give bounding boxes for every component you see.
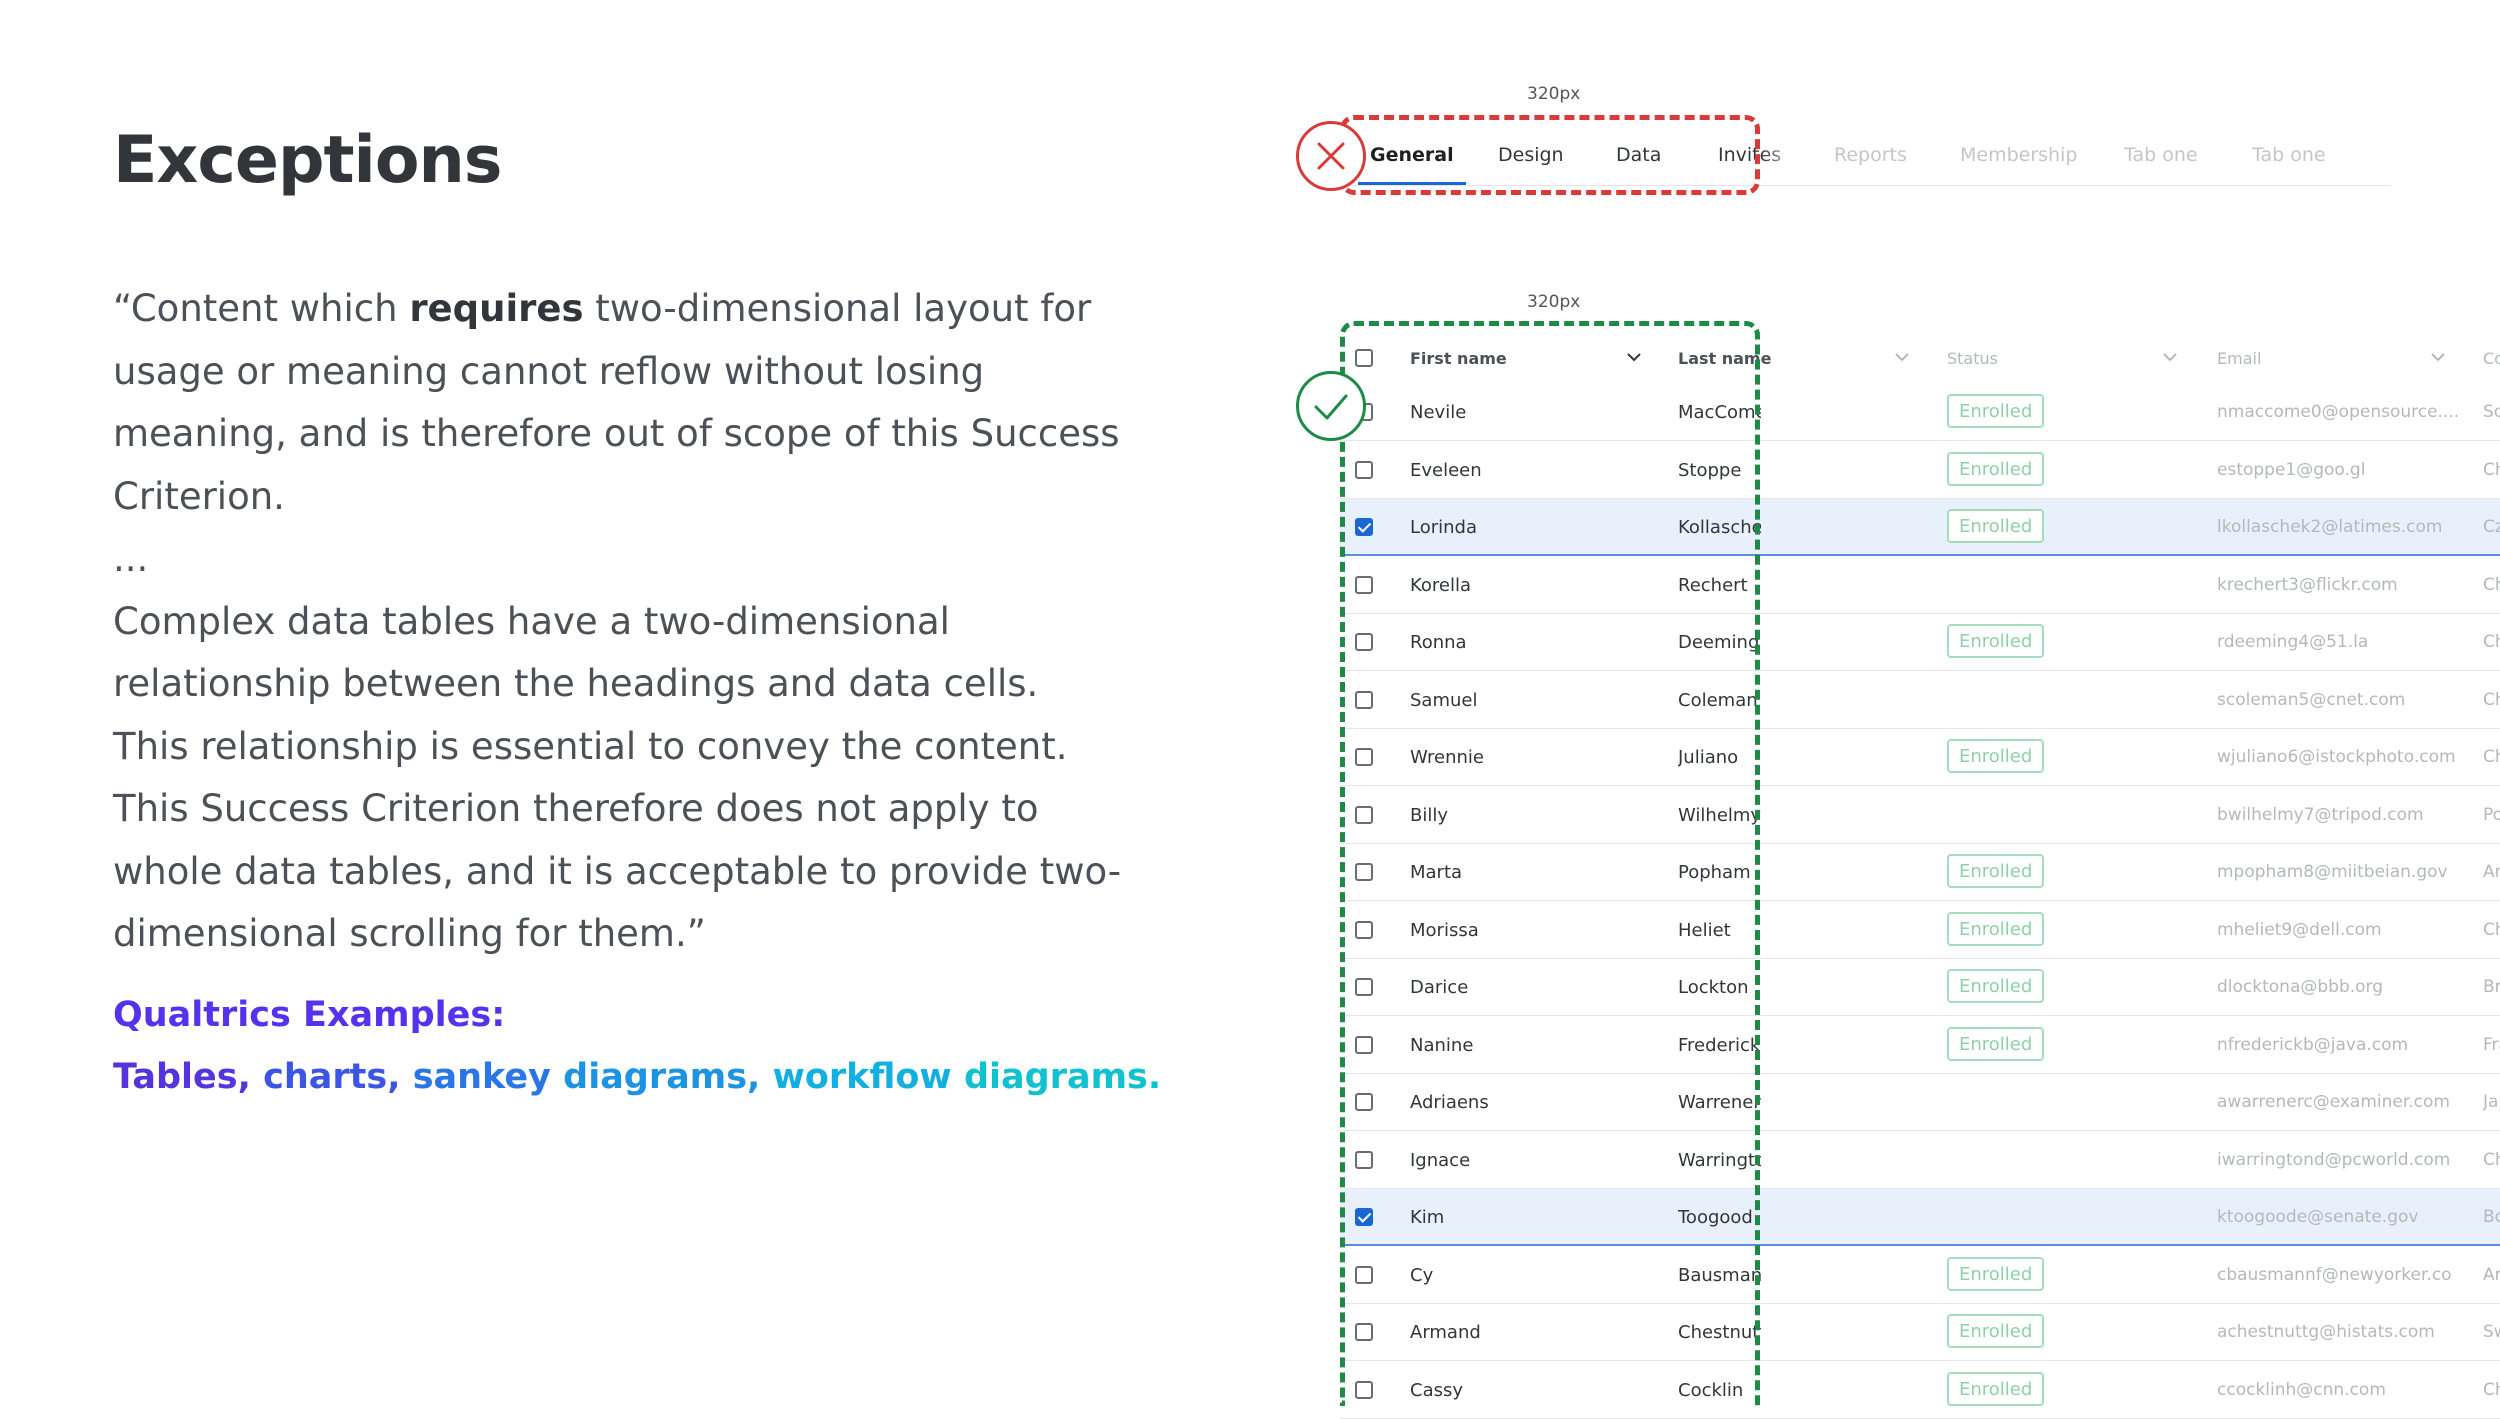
cell-email: lkollaschek2@latimes.com [2217,517,2443,537]
checkmark-icon [1314,394,1348,420]
table-width-label: 320px [1527,292,1581,312]
cell-country: Cz [2483,517,2500,537]
cell-country: Ch [2483,1379,2500,1400]
cell-email: mpopham8@miitbeian.gov [2217,862,2448,882]
cell-email: iwarringtond@pcworld.com [2217,1149,2451,1170]
slide-title: Exceptions [113,123,502,198]
quote-text: “Content which requires two-dimensional … [113,278,1123,966]
cell-email: cbausmannf@newyorker.co [2217,1264,2452,1285]
cell-email: awarrenerc@examiner.com [2217,1092,2450,1112]
example-word: sankey [412,1057,551,1097]
example-word: diagrams. [963,1057,1162,1097]
chevron-down-icon[interactable] [1894,349,1910,365]
fail-badge [1296,121,1366,191]
chevron-down-icon[interactable] [2430,349,2446,365]
status-badge: Enrolled [1947,1314,2045,1348]
cell-country: Bra [2483,977,2500,997]
status-badge: Enrolled [1947,624,2045,658]
quote-paragraph-2: Complex data tables have a two-dimension… [113,599,1122,956]
cell-country: Ch [2483,459,2500,480]
cell-email: estoppe1@goo.gl [2217,459,2366,480]
tab-tab-one[interactable]: Tab one [2124,144,2198,166]
tabs-width-label: 320px [1527,84,1581,104]
cell-email: dlocktona@bbb.org [2217,977,2384,997]
cell-country: Bo [2483,1207,2500,1227]
cell-email: mheliet9@dell.com [2217,919,2382,940]
quote-emphasis: requires [409,287,584,330]
cell-country: Ch [2483,919,2500,940]
cell-country: Ch [2483,1149,2500,1170]
tab-overflow-fade [1762,140,1802,176]
status-badge: Enrolled [1947,451,2045,486]
column-header-country[interactable]: Co [2483,349,2500,368]
width-constraint-outline-pass [1340,321,1760,1406]
status-badge: Enrolled [1947,509,2045,543]
cell-country: Arr [2483,862,2500,882]
cell-country: Ch [2483,632,2500,652]
quote-paragraph-1: “Content which requires two-dimensional … [113,278,1123,528]
pass-badge [1296,371,1366,441]
cell-country: Jap [2483,1092,2500,1112]
cell-country: Ch [2483,574,2500,595]
cell-email: ccocklinh@cnn.com [2217,1379,2386,1400]
cell-country: Sw [2483,1322,2500,1342]
status-badge: Enrolled [1947,969,2045,1003]
cell-email: nmaccome0@opensource.... [2217,402,2457,422]
cell-country: Arg [2483,1264,2500,1285]
tab-membership[interactable]: Membership [1960,144,2077,166]
cell-country: Ch [2483,747,2500,767]
example-word: diagrams, [563,1057,761,1097]
cell-country: Ch [2483,689,2500,710]
column-header-status[interactable]: Status [1947,349,1998,368]
status-badge: Enrolled [1947,739,2045,773]
cell-email: wjuliano6@istockphoto.com [2217,747,2456,767]
cell-email: ktoogoode@senate.gov [2217,1207,2419,1227]
tab-tab-one[interactable]: Tab one [2252,144,2326,166]
status-badge: Enrolled [1947,854,2045,888]
example-word: Tables, [113,1057,251,1097]
examples-heading: Qualtrics Examples: [113,995,506,1035]
quote-text-before: “Content which [113,287,410,330]
cell-email: rdeeming4@51.la [2217,632,2369,652]
status-badge: Enrolled [1947,1026,2045,1061]
tab-reports[interactable]: Reports [1834,144,1907,166]
column-header-email[interactable]: Email [2217,349,2261,368]
cell-country: Fra [2483,1034,2500,1055]
status-badge: Enrolled [1947,1256,2045,1291]
cell-email: scoleman5@cnet.com [2217,689,2406,710]
x-icon [1317,142,1345,170]
example-word: workflow [772,1057,952,1097]
chevron-down-icon[interactable] [2162,349,2178,365]
cell-country: Po [2483,804,2500,825]
cell-email: nfrederickb@java.com [2217,1034,2409,1055]
cell-country: So [2483,402,2500,422]
examples-list: Tables, charts, sankey diagrams, workflo… [113,1052,1161,1102]
width-constraint-outline-fail [1340,115,1760,195]
status-badge: Enrolled [1947,394,2045,428]
cell-email: krechert3@flickr.com [2217,574,2398,595]
quote-ellipsis: ... [113,537,149,580]
cell-email: bwilhelmy7@tripod.com [2217,804,2424,825]
status-badge: Enrolled [1947,1371,2045,1406]
status-badge: Enrolled [1947,911,2045,946]
example-word: charts, [263,1057,401,1097]
cell-email: achestnuttg@histats.com [2217,1322,2435,1342]
